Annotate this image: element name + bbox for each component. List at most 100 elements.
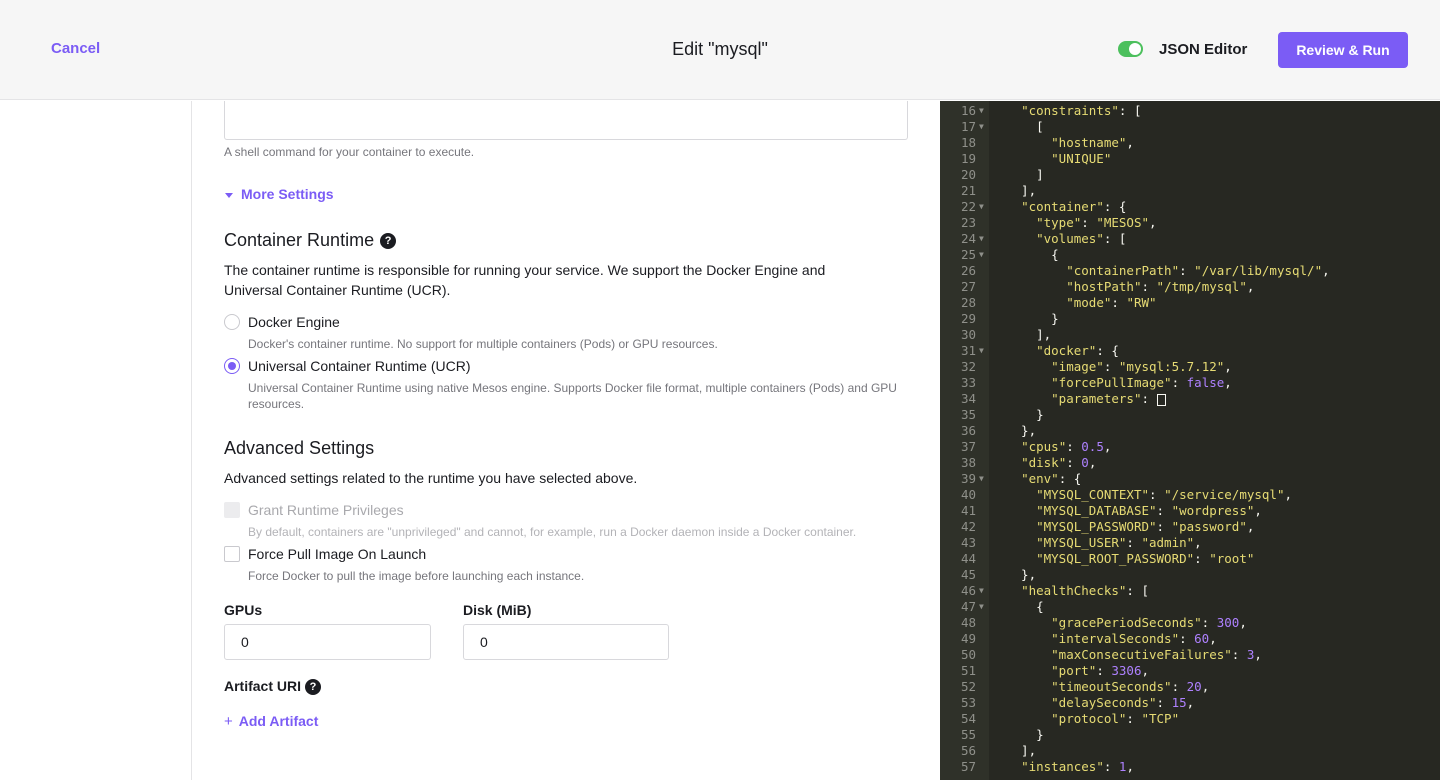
- more-settings-label: More Settings: [241, 186, 334, 202]
- fold-arrow-icon[interactable]: ▼: [979, 471, 984, 487]
- command-textarea[interactable]: [224, 101, 908, 140]
- code-line[interactable]: 45 },: [940, 567, 1440, 583]
- fold-arrow-icon[interactable]: ▼: [979, 103, 984, 119]
- code-line[interactable]: 48 "gracePeriodSeconds": 300,: [940, 615, 1440, 631]
- line-number: 23: [960, 215, 976, 230]
- code-line[interactable]: 26 "containerPath": "/var/lib/mysql/",: [940, 263, 1440, 279]
- code-text: {: [1006, 599, 1044, 615]
- code-line[interactable]: 37 "cpus": 0.5,: [940, 439, 1440, 455]
- code-token: "instances": [1021, 759, 1104, 774]
- code-line[interactable]: 25 ▼ {: [940, 247, 1440, 263]
- code-text: "MYSQL_CONTEXT": "/service/mysql",: [1006, 487, 1292, 503]
- code-line[interactable]: 43 "MYSQL_USER": "admin",: [940, 535, 1440, 551]
- code-token: [: [1006, 119, 1044, 134]
- code-line[interactable]: 50 "maxConsecutiveFailures": 3,: [940, 647, 1440, 663]
- code-line[interactable]: 49 "intervalSeconds": 60,: [940, 631, 1440, 647]
- docker-engine-label[interactable]: Docker Engine: [248, 314, 340, 330]
- code-token: "parameters": [1051, 391, 1142, 406]
- code-line[interactable]: 30 ],: [940, 327, 1440, 343]
- code-token: ,: [1088, 455, 1097, 470]
- code-line[interactable]: 52 "timeoutSeconds": 20,: [940, 679, 1440, 695]
- more-settings-toggle[interactable]: More Settings: [225, 186, 334, 202]
- fold-arrow-icon[interactable]: ▼: [979, 599, 984, 615]
- code-token: :: [1179, 631, 1195, 646]
- code-line[interactable]: 44 "MYSQL_ROOT_PASSWORD": "root": [940, 551, 1440, 567]
- code-line[interactable]: 20 ]: [940, 167, 1440, 183]
- code-line[interactable]: 47 ▼ {: [940, 599, 1440, 615]
- code-line[interactable]: 46 ▼ "healthChecks": [: [940, 583, 1440, 599]
- force-pull-image-label[interactable]: Force Pull Image On Launch: [248, 546, 426, 562]
- fold-arrow-icon[interactable]: ▼: [979, 199, 984, 215]
- line-number: 39: [960, 471, 976, 486]
- disk-input[interactable]: [463, 624, 669, 660]
- code-line[interactable]: 24 ▼ "volumes": [: [940, 231, 1440, 247]
- code-token: },: [1006, 423, 1037, 438]
- code-line[interactable]: 18 "hostname",: [940, 135, 1440, 151]
- code-token: 3306: [1111, 663, 1142, 678]
- code-line[interactable]: 31 ▼ "docker": {: [940, 343, 1440, 359]
- code-line[interactable]: 27 "hostPath": "/tmp/mysql",: [940, 279, 1440, 295]
- code-text: }: [1006, 727, 1044, 743]
- code-line[interactable]: 51 "port": 3306,: [940, 663, 1440, 679]
- code-line[interactable]: 19 "UNIQUE": [940, 151, 1440, 167]
- code-token: {: [1006, 599, 1044, 614]
- fold-arrow-icon[interactable]: ▼: [979, 231, 984, 247]
- force-pull-image-checkbox[interactable]: [224, 546, 240, 562]
- code-line[interactable]: 38 "disk": 0,: [940, 455, 1440, 471]
- code-line[interactable]: 33 "forcePullImage": false,: [940, 375, 1440, 391]
- code-line[interactable]: 56 ],: [940, 743, 1440, 759]
- code-token: "password": [1171, 519, 1247, 534]
- code-line[interactable]: 32 "image": "mysql:5.7.12",: [940, 359, 1440, 375]
- question-circle-icon[interactable]: ?: [305, 679, 322, 696]
- json-editor[interactable]: 16 ▼ "constraints": [17 ▼ [18 "hostname", 1…: [940, 101, 1440, 780]
- fold-arrow-icon[interactable]: ▼: [979, 343, 984, 359]
- json-editor-toggle[interactable]: [1118, 41, 1143, 57]
- code-token: ,: [1126, 759, 1134, 774]
- code-line[interactable]: 34 "parameters":: [940, 391, 1440, 407]
- code-line[interactable]: 22 ▼ "container": {: [940, 199, 1440, 215]
- code-token: :: [1171, 679, 1187, 694]
- add-artifact-button[interactable]: + Add Artifact: [224, 713, 318, 730]
- code-line[interactable]: 16 ▼ "constraints": [: [940, 103, 1440, 119]
- code-line[interactable]: 40 "MYSQL_CONTEXT": "/service/mysql",: [940, 487, 1440, 503]
- fold-arrow-icon[interactable]: ▼: [979, 119, 984, 135]
- code-text: "type": "MESOS",: [1006, 215, 1156, 231]
- ucr-label[interactable]: Universal Container Runtime (UCR): [248, 358, 471, 374]
- code-token: : {: [1096, 343, 1119, 358]
- line-number: 53: [960, 695, 976, 710]
- code-line[interactable]: 55 }: [940, 727, 1440, 743]
- review-run-button[interactable]: Review & Run: [1278, 32, 1408, 68]
- code-line[interactable]: 28 "mode": "RW": [940, 295, 1440, 311]
- code-token: ],: [1006, 327, 1052, 342]
- code-line[interactable]: 21 ],: [940, 183, 1440, 199]
- code-line[interactable]: 57 "instances": 1,: [940, 759, 1440, 775]
- fold-arrow-icon[interactable]: ▼: [979, 247, 984, 263]
- radio-ucr[interactable]: [224, 358, 240, 374]
- code-line[interactable]: 23 "type": "MESOS",: [940, 215, 1440, 231]
- code-token: "cpus": [1021, 439, 1067, 454]
- code-line[interactable]: 53 "delaySeconds": 15,: [940, 695, 1440, 711]
- gpus-input[interactable]: [224, 624, 431, 660]
- code-line[interactable]: 39 ▼ "env": {: [940, 471, 1440, 487]
- code-text: "hostname",: [1006, 135, 1134, 151]
- code-line[interactable]: 54 "protocol": "TCP": [940, 711, 1440, 727]
- line-number: 40: [960, 487, 976, 502]
- question-circle-icon[interactable]: ?: [380, 233, 397, 250]
- code-line[interactable]: 41 "MYSQL_DATABASE": "wordpress",: [940, 503, 1440, 519]
- code-token: ,: [1103, 439, 1112, 454]
- code-line[interactable]: 36 },: [940, 423, 1440, 439]
- code-line[interactable]: 29 }: [940, 311, 1440, 327]
- code-line[interactable]: 35 }: [940, 407, 1440, 423]
- code-token: "docker": [1036, 343, 1097, 358]
- code-line[interactable]: 42 "MYSQL_PASSWORD": "password",: [940, 519, 1440, 535]
- radio-docker-engine[interactable]: [224, 314, 240, 330]
- fold-arrow-icon[interactable]: ▼: [979, 583, 984, 599]
- code-token: "MESOS": [1096, 215, 1150, 230]
- code-line[interactable]: 17 ▼ [: [940, 119, 1440, 135]
